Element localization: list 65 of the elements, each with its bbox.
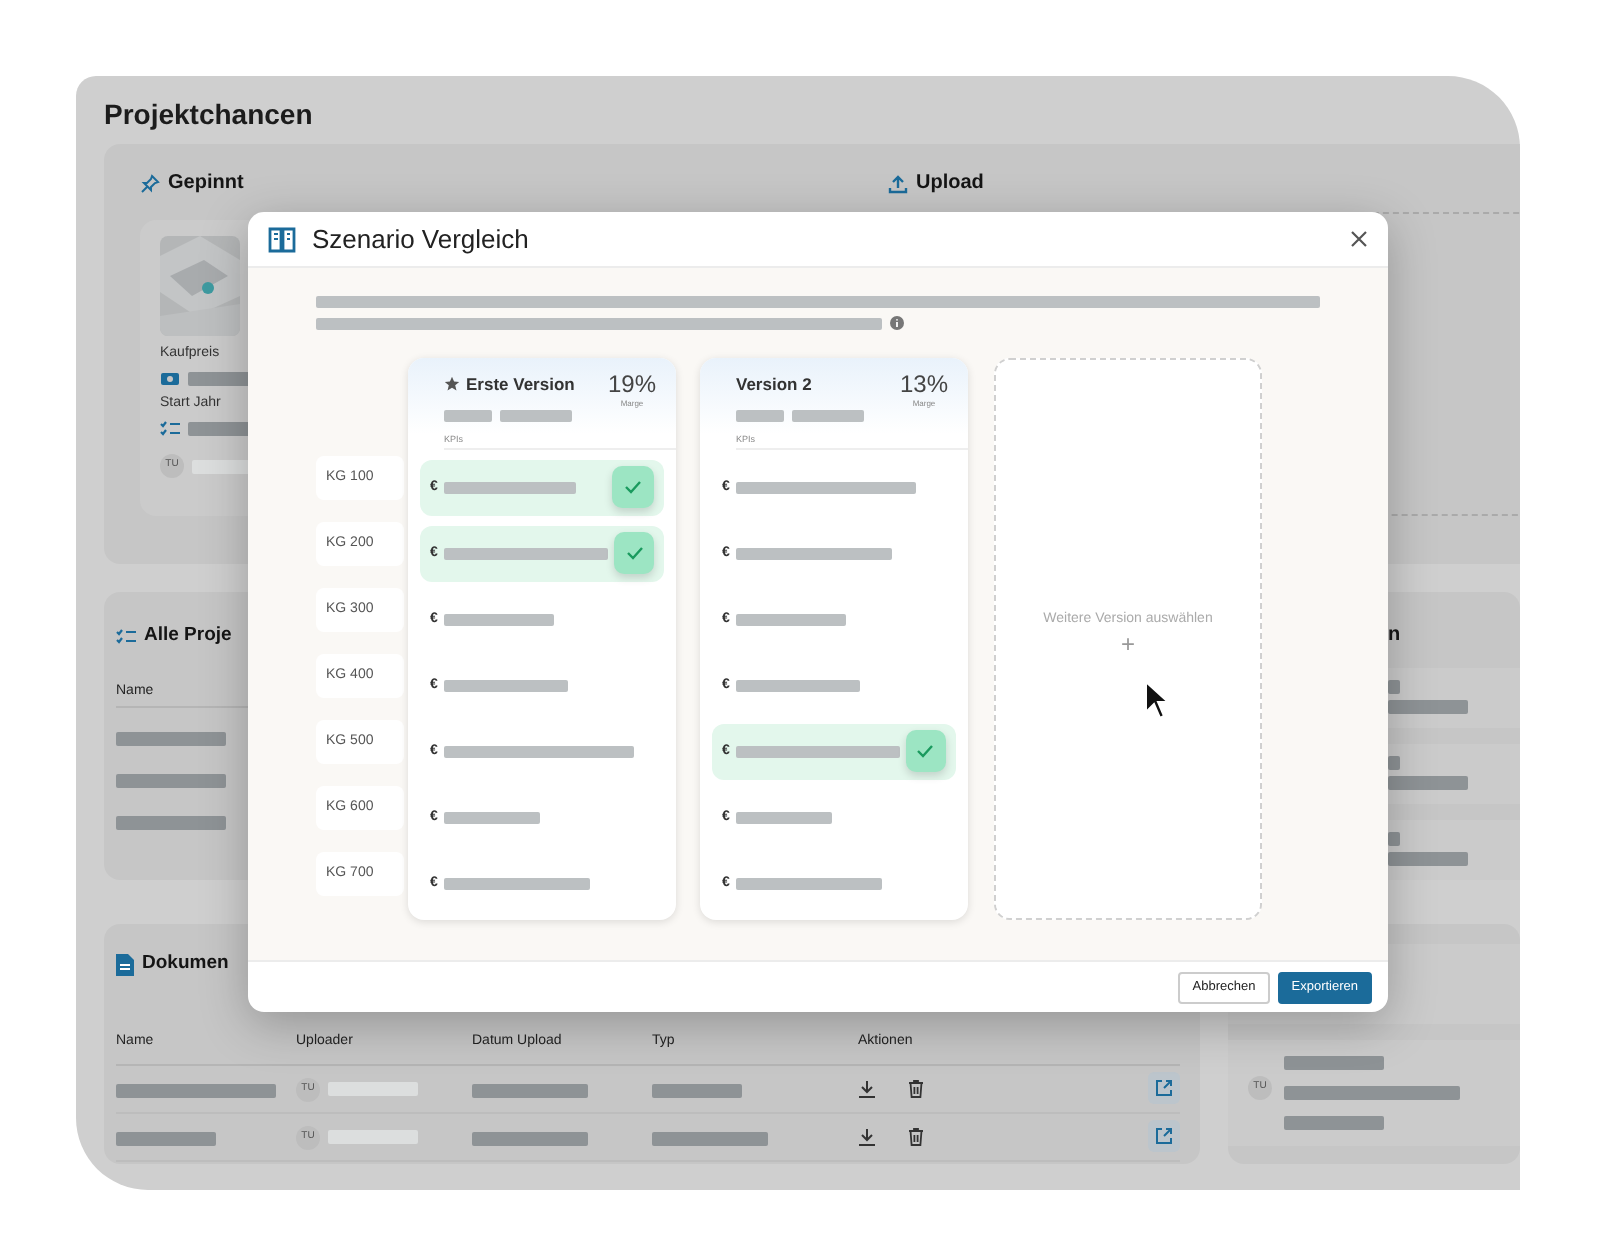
- text-placeholder: [1284, 1116, 1384, 1130]
- text-placeholder: [735, 811, 832, 824]
- text-placeholder: [1388, 852, 1468, 866]
- margin-value: 19%: [607, 372, 656, 398]
- text-placeholder: [443, 613, 554, 626]
- text-placeholder: [735, 679, 860, 692]
- upload-icon: [888, 174, 908, 194]
- download-icon[interactable]: [858, 1080, 876, 1098]
- text-placeholder: [472, 1131, 588, 1145]
- check-button[interactable]: [614, 532, 654, 575]
- version-title: Version 2: [736, 372, 812, 398]
- page-title: Projektchancen: [104, 96, 315, 132]
- text-placeholder: [1388, 776, 1468, 790]
- trash-icon[interactable]: [908, 1080, 924, 1098]
- text-placeholder: [735, 613, 846, 626]
- plus-sign: +: [1120, 631, 1135, 655]
- text-placeholder: [472, 1083, 588, 1097]
- text-placeholder: [116, 1131, 216, 1145]
- section-heading: Dokumen: [142, 952, 229, 976]
- close-button[interactable]: [1350, 230, 1368, 248]
- text-placeholder: [652, 1083, 742, 1097]
- checklist-icon: [160, 420, 180, 438]
- text-placeholder: [444, 409, 492, 422]
- text-placeholder: [1388, 700, 1468, 714]
- text-placeholder: [1388, 680, 1400, 694]
- text-placeholder: [1388, 832, 1400, 846]
- text-placeholder: [328, 1130, 418, 1144]
- text-placeholder: [116, 774, 226, 788]
- external-link-icon[interactable]: [1148, 1120, 1180, 1153]
- text-placeholder: [443, 481, 576, 494]
- checklist-icon: [116, 627, 136, 645]
- document-icon: [116, 953, 134, 975]
- check-button[interactable]: [612, 466, 654, 509]
- pin-icon: [140, 174, 160, 194]
- dialog-title: Szenario Vergleich: [312, 221, 529, 258]
- external-link-icon[interactable]: [1148, 1072, 1180, 1105]
- download-icon[interactable]: [858, 1128, 876, 1146]
- section-heading: Gepinnt: [168, 172, 244, 196]
- text-placeholder: [443, 679, 568, 692]
- text-placeholder: [736, 409, 784, 422]
- section-heading: n: [1388, 624, 1401, 648]
- text-placeholder: [792, 409, 864, 422]
- version-title: Erste Version: [466, 372, 575, 398]
- check-button[interactable]: [905, 730, 946, 773]
- mouse-pointer-icon: [1144, 680, 1170, 720]
- banknote-icon: [160, 371, 180, 385]
- section-heading: Upload: [916, 172, 984, 196]
- book-icon: [268, 225, 296, 253]
- text-placeholder: [192, 459, 252, 473]
- text-placeholder: [116, 732, 226, 746]
- text-placeholder: [1284, 1056, 1384, 1070]
- close-icon: [1350, 230, 1368, 248]
- text-placeholder: [1388, 756, 1400, 770]
- trash-icon[interactable]: [908, 1128, 924, 1146]
- text-placeholder: [116, 816, 226, 830]
- text-placeholder: [328, 1082, 418, 1096]
- section-heading: Alle Proje: [144, 624, 232, 648]
- check-icon: [916, 744, 935, 759]
- check-icon: [625, 546, 644, 561]
- check-icon: [624, 480, 642, 495]
- info-icon: [890, 316, 904, 330]
- margin-value: 13%: [899, 372, 948, 398]
- text-placeholder: [443, 811, 540, 824]
- text-placeholder: [652, 1131, 768, 1145]
- text-placeholder: [500, 409, 572, 422]
